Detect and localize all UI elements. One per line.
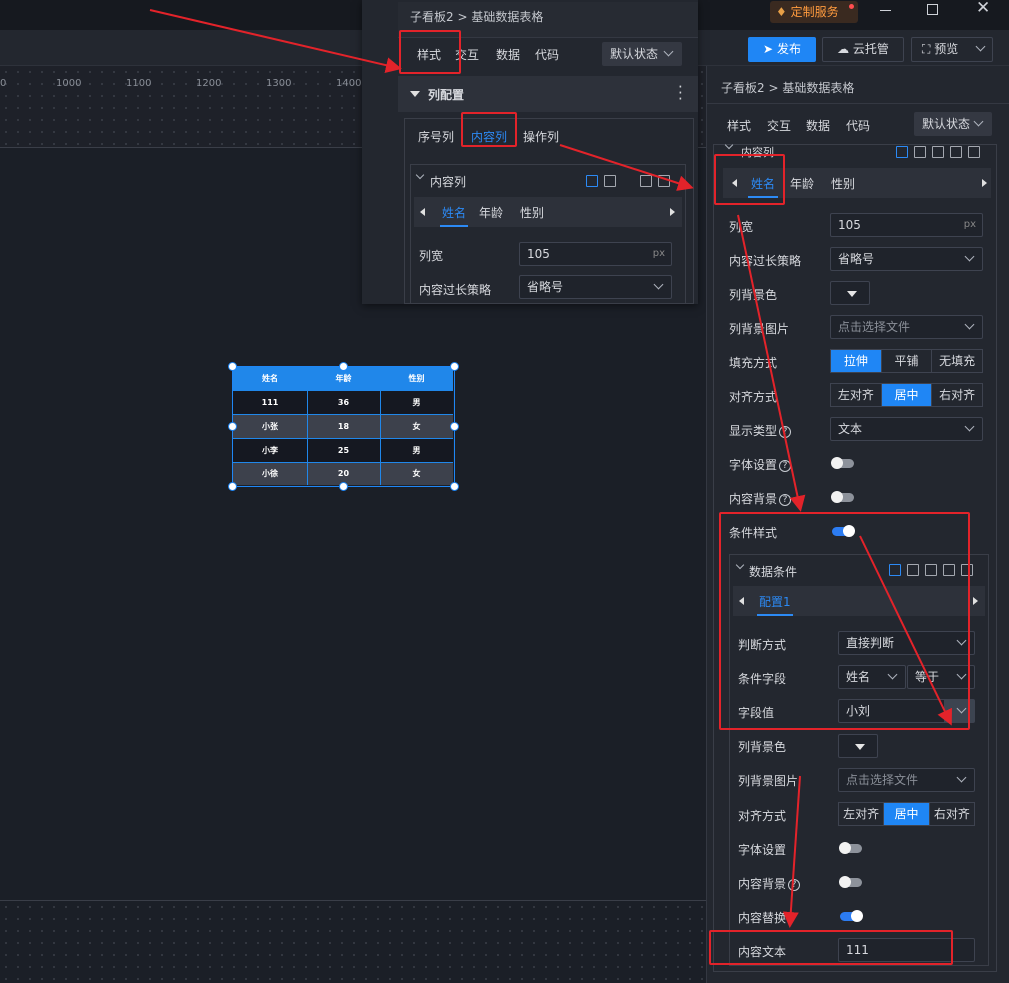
arrow	[782, 775, 801, 928]
arrow	[149, 9, 402, 74]
annotation-arrows	[149, 9, 952, 928]
arrow	[737, 214, 806, 512]
arrow	[859, 535, 952, 726]
arrow	[559, 144, 694, 191]
